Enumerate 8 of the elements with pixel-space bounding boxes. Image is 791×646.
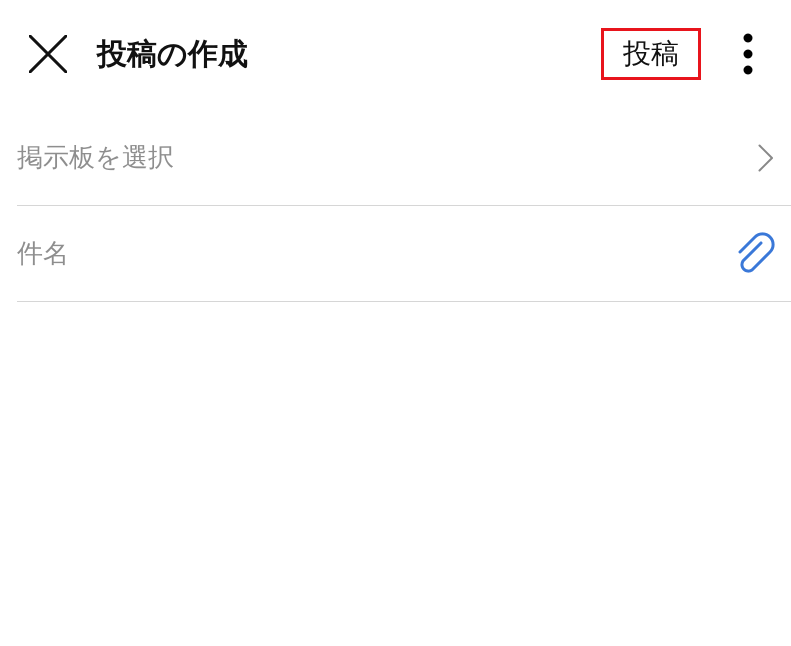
more-icon xyxy=(743,33,753,75)
more-button[interactable] xyxy=(743,33,753,75)
subject-field[interactable]: 件名 xyxy=(17,234,719,274)
chevron-icon xyxy=(758,144,774,172)
post-button[interactable]: 投稿 xyxy=(601,28,701,80)
close-button[interactable] xyxy=(29,35,67,73)
close-icon xyxy=(29,35,67,73)
screen-title: 投稿の作成 xyxy=(97,36,249,74)
